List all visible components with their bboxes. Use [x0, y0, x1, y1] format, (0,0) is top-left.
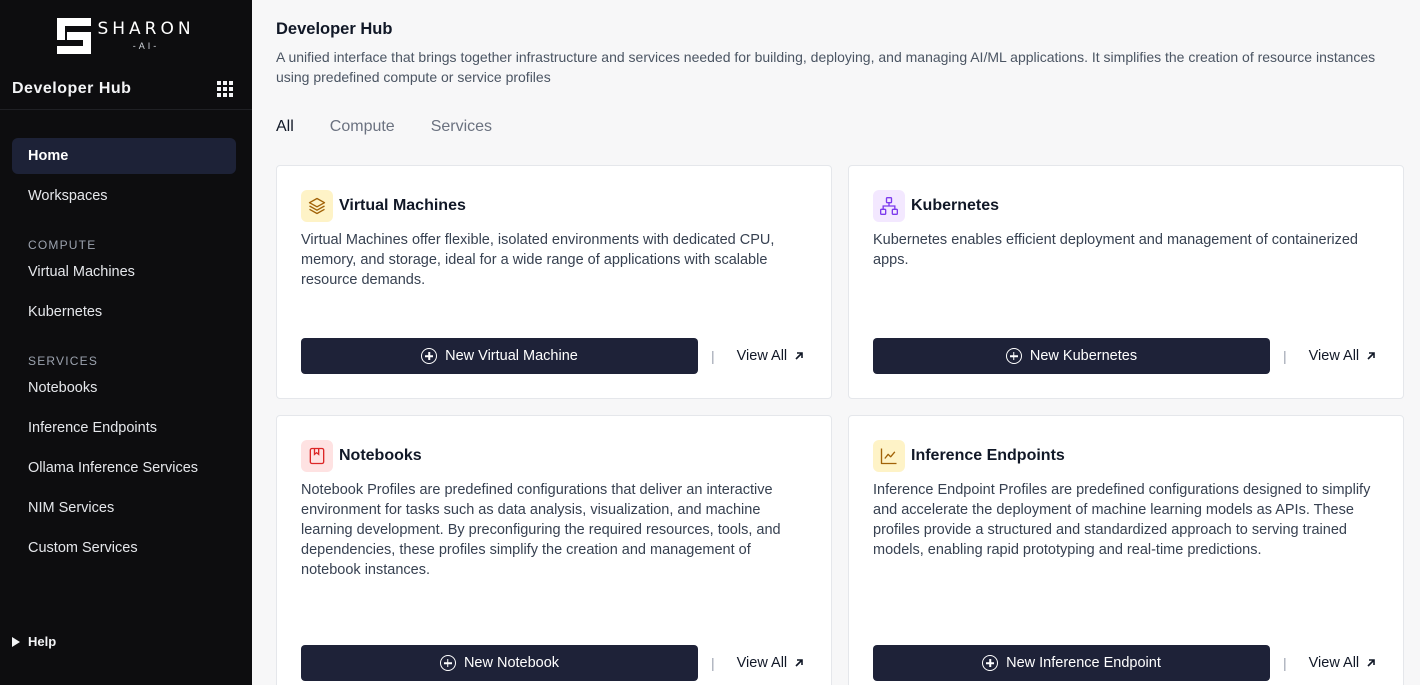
chart-line-icon [873, 440, 905, 472]
card-title: Inference Endpoints [911, 447, 1065, 464]
sidebar: SHARON -AI- Developer Hub Home Workspace… [0, 0, 252, 685]
tab-services[interactable]: Services [431, 118, 492, 136]
card-title: Kubernetes [911, 197, 1000, 214]
card-description: Kubernetes enables efficient deployment … [873, 232, 1358, 268]
sidebar-item-kubernetes[interactable]: Kubernetes [12, 294, 236, 330]
sidebar-item-virtual-machines[interactable]: Virtual Machines [12, 254, 236, 290]
card-grid: Virtual Machines Virtual Machines offer … [276, 165, 1404, 685]
sidebar-section-services: SERVICES [28, 354, 99, 368]
new-inference-endpoint-button[interactable]: New Inference Endpoint [873, 645, 1270, 681]
view-all-notebooks-link[interactable]: View All [737, 655, 806, 671]
logo[interactable]: SHARON -AI- [0, 0, 252, 68]
sidebar-header: Developer Hub [0, 68, 252, 110]
button-label: New Virtual Machine [445, 348, 578, 364]
card-title: Notebooks [339, 447, 422, 464]
plus-circle-icon [439, 655, 456, 671]
arrow-up-right-icon [795, 659, 803, 667]
card-description: Virtual Machines offer flexible, isolate… [301, 232, 775, 288]
view-all-inference-endpoints-link[interactable]: View All [1309, 655, 1378, 671]
button-label: New Kubernetes [1029, 348, 1138, 364]
arrow-up-right-icon [1367, 352, 1375, 360]
card-description: Notebook Profiles are predefined configu… [301, 482, 781, 578]
sidebar-item-nim-services[interactable]: NIM Services [12, 490, 236, 526]
sidebar-section-compute: COMPUTE [28, 238, 97, 252]
tab-bar: All Compute Services [276, 115, 1404, 139]
main-content: Developer Hub A unified interface that b… [252, 0, 1420, 685]
plus-circle-icon [982, 655, 999, 671]
link-label: View All [736, 348, 788, 364]
arrow-up-right-icon [1367, 659, 1375, 667]
card-virtual-machines: Virtual Machines Virtual Machines offer … [276, 165, 832, 399]
card-title: Virtual Machines [339, 197, 466, 214]
new-virtual-machine-button[interactable]: New Virtual Machine [301, 338, 698, 374]
card-inference-endpoints: Inference Endpoints Inference Endpoint P… [848, 415, 1404, 685]
sidebar-item-notebooks[interactable]: Notebooks [12, 370, 236, 406]
sidebar-item-inference-endpoints[interactable]: Inference Endpoints [12, 410, 236, 446]
layers-icon [301, 190, 333, 222]
link-label: View All [1308, 348, 1360, 364]
logo-name: SHARON [97, 19, 195, 39]
sidebar-item-custom-services[interactable]: Custom Services [12, 530, 236, 566]
view-all-kubernetes-link[interactable]: View All [1309, 348, 1378, 364]
sidebar-item-workspaces[interactable]: Workspaces [12, 178, 236, 214]
link-label: View All [1308, 655, 1360, 671]
sidebar-item-ollama-inference-services[interactable]: Ollama Inference Services [12, 450, 236, 486]
tab-all[interactable]: All [276, 118, 294, 136]
divider: | [711, 348, 715, 364]
arrow-up-right-icon [795, 352, 803, 360]
card-description: Inference Endpoint Profiles are predefin… [873, 482, 1371, 558]
caret-right-icon [12, 636, 20, 647]
view-all-virtual-machines-link[interactable]: View All [737, 348, 806, 364]
new-kubernetes-button[interactable]: New Kubernetes [873, 338, 1270, 374]
card-kubernetes: Kubernetes Kubernetes enables efficient … [848, 165, 1404, 399]
network-icon [873, 190, 905, 222]
page-description: A unified interface that brings together… [276, 49, 1376, 85]
link-label: View All [736, 655, 788, 671]
app-root: SHARON -AI- Developer Hub Home Workspace… [0, 0, 1420, 685]
help-label: Help [28, 634, 57, 649]
button-label: New Inference Endpoint [1006, 655, 1161, 671]
apps-grid-icon[interactable] [217, 80, 233, 97]
sidebar-nav: Home Workspaces COMPUTE Virtual Machines… [0, 110, 252, 566]
logo-mark-icon [57, 18, 92, 54]
help-toggle[interactable]: Help [12, 634, 56, 649]
tab-compute[interactable]: Compute [330, 118, 395, 136]
plus-circle-icon [1005, 348, 1022, 364]
divider: | [1283, 348, 1287, 364]
plus-circle-icon [421, 348, 438, 364]
divider: | [711, 655, 715, 671]
notebook-icon [301, 440, 333, 472]
sidebar-item-home[interactable]: Home [12, 138, 236, 174]
button-label: New Notebook [463, 655, 560, 671]
logo-sub: -AI- [132, 41, 160, 51]
sidebar-title: Developer Hub [12, 79, 132, 97]
page-title: Developer Hub [276, 20, 393, 38]
divider: | [1283, 655, 1287, 671]
new-notebook-button[interactable]: New Notebook [301, 645, 698, 681]
card-notebooks: Notebooks Notebook Profiles are predefin… [276, 415, 832, 685]
